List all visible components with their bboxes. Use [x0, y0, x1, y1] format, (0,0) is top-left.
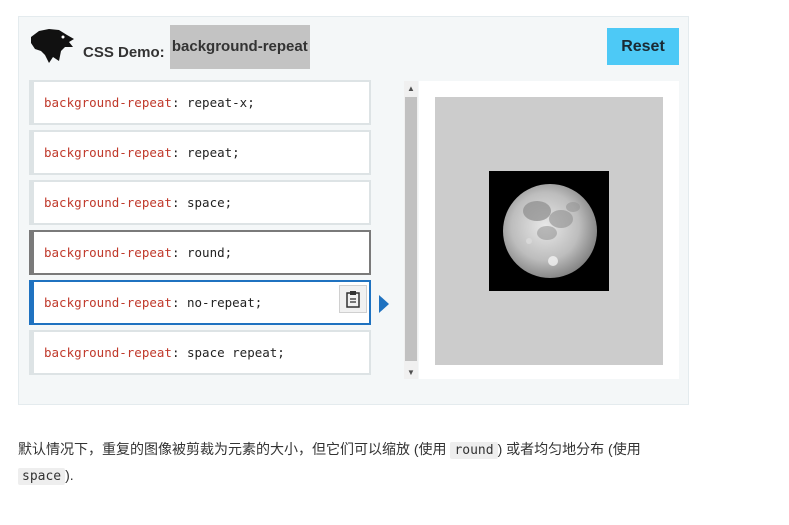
choice-property: background-repeat	[44, 245, 172, 260]
choice-separator: :	[171, 295, 180, 310]
output-panel	[419, 81, 679, 379]
description-part-3: ).	[65, 467, 74, 483]
scroll-down-icon[interactable]: ▼	[404, 365, 418, 379]
example-choice-no-repeat[interactable]: background-repeat: no-repeat;	[29, 280, 371, 325]
example-choice-list: background-repeat: repeat-x; background-…	[29, 80, 371, 380]
choice-separator: :	[171, 95, 180, 110]
choice-value: no-repeat;	[179, 295, 263, 310]
example-choice-repeat-x[interactable]: background-repeat: repeat-x;	[29, 80, 371, 125]
example-element	[435, 97, 663, 365]
choice-property: background-repeat	[44, 295, 172, 310]
dinosaur-logo-icon	[31, 29, 74, 63]
moon-graphic	[503, 184, 597, 278]
title-property: background-repeat	[169, 25, 310, 69]
interactive-demo: CSS Demo: background-repeat Reset backgr…	[18, 16, 689, 405]
description-part-2: ) 或者均匀地分布 (使用	[497, 441, 641, 457]
choice-separator: :	[171, 195, 180, 210]
demo-header: CSS Demo: background-repeat Reset	[19, 17, 688, 77]
choice-property: background-repeat	[44, 145, 172, 160]
copy-button[interactable]	[339, 285, 367, 313]
reset-button[interactable]: Reset	[607, 28, 679, 65]
code-space: space	[18, 468, 66, 485]
example-choice-round[interactable]: background-repeat: round;	[29, 230, 371, 275]
choice-value: space repeat;	[179, 345, 285, 360]
choice-property: background-repeat	[44, 95, 172, 110]
code-round: round	[450, 442, 498, 459]
choice-separator: :	[171, 245, 180, 260]
title-prefix: CSS Demo:	[83, 43, 165, 61]
description-text: 默认情况下，重复的图像被剪裁为元素的大小，但它们可以缩放 (使用 round) …	[18, 437, 678, 489]
choice-separator: :	[171, 145, 180, 160]
moon-image	[489, 171, 609, 291]
example-choice-space-repeat[interactable]: background-repeat: space repeat;	[29, 330, 371, 375]
choice-value: repeat-x;	[179, 95, 255, 110]
scroll-up-icon[interactable]: ▲	[404, 81, 418, 95]
choice-value: space;	[179, 195, 233, 210]
description-part-1: 默认情况下，重复的图像被剪裁为元素的大小，但它们可以缩放 (使用	[18, 441, 451, 457]
choice-property: background-repeat	[44, 195, 172, 210]
choices-scrollbar[interactable]: ▲ ▼	[404, 81, 418, 379]
example-choice-repeat[interactable]: background-repeat: repeat;	[29, 130, 371, 175]
choice-value: round;	[179, 245, 233, 260]
triangle-right-icon	[379, 295, 389, 313]
scroll-thumb[interactable]	[405, 97, 417, 361]
choice-value: repeat;	[179, 145, 240, 160]
clipboard-icon	[346, 291, 360, 308]
page-title: CSS Demo: background-repeat	[83, 25, 310, 69]
choice-separator: :	[171, 345, 180, 360]
choice-property: background-repeat	[44, 345, 172, 360]
example-choice-space[interactable]: background-repeat: space;	[29, 180, 371, 225]
